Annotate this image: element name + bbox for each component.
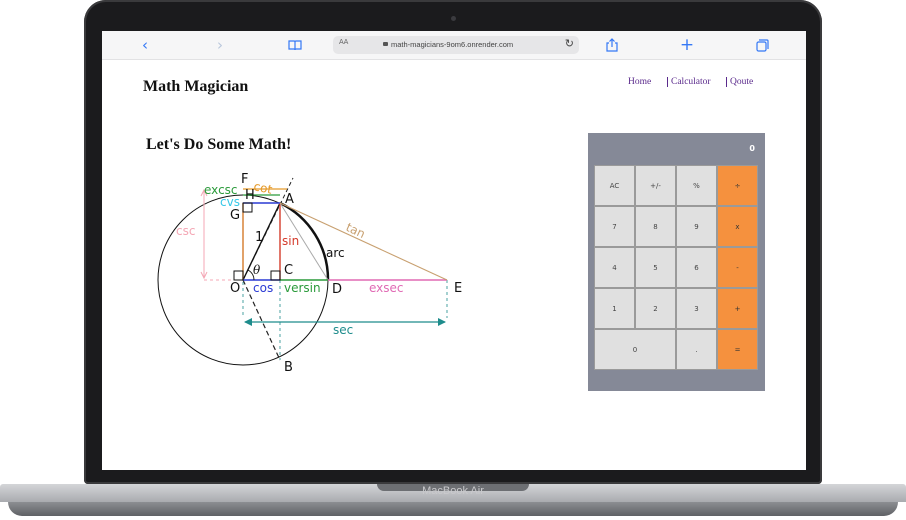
calculator-keypad: AC +/- % ÷ 7 8 9 x 4 5 6 - 1 2 3 + 0 . = bbox=[594, 165, 759, 370]
back-icon[interactable]: ‹ bbox=[135, 35, 155, 55]
key-multiply[interactable]: x bbox=[717, 206, 758, 247]
tabs-icon[interactable] bbox=[752, 35, 772, 55]
label-cos: cos bbox=[253, 281, 273, 295]
key-add[interactable]: + bbox=[717, 288, 758, 329]
url-text: math-magicians-9om6.onrender.com bbox=[391, 40, 514, 49]
bookmarks-icon[interactable] bbox=[285, 35, 305, 55]
label-exsec: exsec bbox=[369, 281, 404, 295]
key-2[interactable]: 2 bbox=[635, 288, 676, 329]
label-sec: sec bbox=[333, 323, 353, 337]
label-versin: versin bbox=[284, 281, 321, 295]
key-subtract[interactable]: - bbox=[717, 247, 758, 288]
site-brand[interactable]: Math Magician bbox=[143, 78, 248, 96]
key-0[interactable]: 0 bbox=[594, 329, 676, 370]
share-icon[interactable] bbox=[602, 35, 622, 55]
safari-toolbar: ‹ › AA math-magicians-9om6.onrender.com … bbox=[102, 31, 806, 60]
label-theta: θ bbox=[253, 263, 261, 277]
right-angle-marker-o bbox=[233, 270, 244, 281]
key-9[interactable]: 9 bbox=[676, 206, 717, 247]
new-tab-icon[interactable]: + bbox=[677, 35, 697, 55]
label-arc: arc bbox=[326, 246, 345, 260]
trigonometry-diagram: F A H G C O D E B 1 θ cot excsc cvs csc … bbox=[157, 172, 462, 375]
lock-icon bbox=[383, 42, 388, 46]
label-o: O bbox=[230, 281, 240, 296]
key-7[interactable]: 7 bbox=[594, 206, 635, 247]
calculator: 0 AC +/- % ÷ 7 8 9 x 4 5 6 - 1 2 3 + 0 .… bbox=[588, 133, 765, 391]
label-cvs: cvs bbox=[220, 195, 240, 209]
key-3[interactable]: 3 bbox=[676, 288, 717, 329]
label-csc: csc bbox=[176, 224, 195, 238]
label-b: B bbox=[284, 360, 293, 375]
nav-quote[interactable]: Qoute bbox=[726, 77, 753, 87]
reload-icon[interactable]: ↻ bbox=[565, 37, 574, 50]
text-size-button[interactable]: AA bbox=[339, 39, 348, 46]
key-1[interactable]: 1 bbox=[594, 288, 635, 329]
label-cot: cot bbox=[252, 179, 273, 197]
label-d: D bbox=[332, 282, 342, 297]
nav-home[interactable]: Home bbox=[628, 77, 651, 87]
address-bar[interactable]: AA math-magicians-9om6.onrender.com ↻ bbox=[333, 36, 579, 54]
key-clear[interactable]: AC bbox=[594, 165, 635, 206]
label-radius-one: 1 bbox=[255, 230, 263, 245]
calculator-display: 0 bbox=[749, 144, 755, 153]
label-a: A bbox=[285, 192, 294, 207]
diagram-tan-line bbox=[279, 202, 448, 281]
label-c: C bbox=[284, 263, 293, 278]
label-f: F bbox=[241, 172, 248, 187]
page-heading: Let's Do Some Math! bbox=[146, 136, 292, 153]
key-equals[interactable]: = bbox=[717, 329, 758, 370]
label-e: E bbox=[454, 281, 462, 296]
nav-calculator[interactable]: Calculator bbox=[667, 77, 711, 87]
key-divide[interactable]: ÷ bbox=[717, 165, 758, 206]
device-model-label: MacBook Air bbox=[422, 485, 484, 497]
key-4[interactable]: 4 bbox=[594, 247, 635, 288]
right-angle-marker-g bbox=[242, 202, 253, 213]
label-sin: sin bbox=[282, 234, 299, 248]
right-angle-marker-c bbox=[270, 270, 281, 281]
key-sign[interactable]: +/- bbox=[635, 165, 676, 206]
key-decimal[interactable]: . bbox=[676, 329, 717, 370]
forward-icon[interactable]: › bbox=[210, 35, 230, 55]
label-tan: tan bbox=[344, 220, 368, 241]
camera bbox=[451, 16, 456, 21]
browser-screen: ‹ › AA math-magicians-9om6.onrender.com … bbox=[102, 31, 806, 470]
label-g: G bbox=[230, 208, 240, 223]
key-8[interactable]: 8 bbox=[635, 206, 676, 247]
laptop-base-edge bbox=[8, 502, 898, 516]
key-6[interactable]: 6 bbox=[676, 247, 717, 288]
key-5[interactable]: 5 bbox=[635, 247, 676, 288]
key-percent[interactable]: % bbox=[676, 165, 717, 206]
